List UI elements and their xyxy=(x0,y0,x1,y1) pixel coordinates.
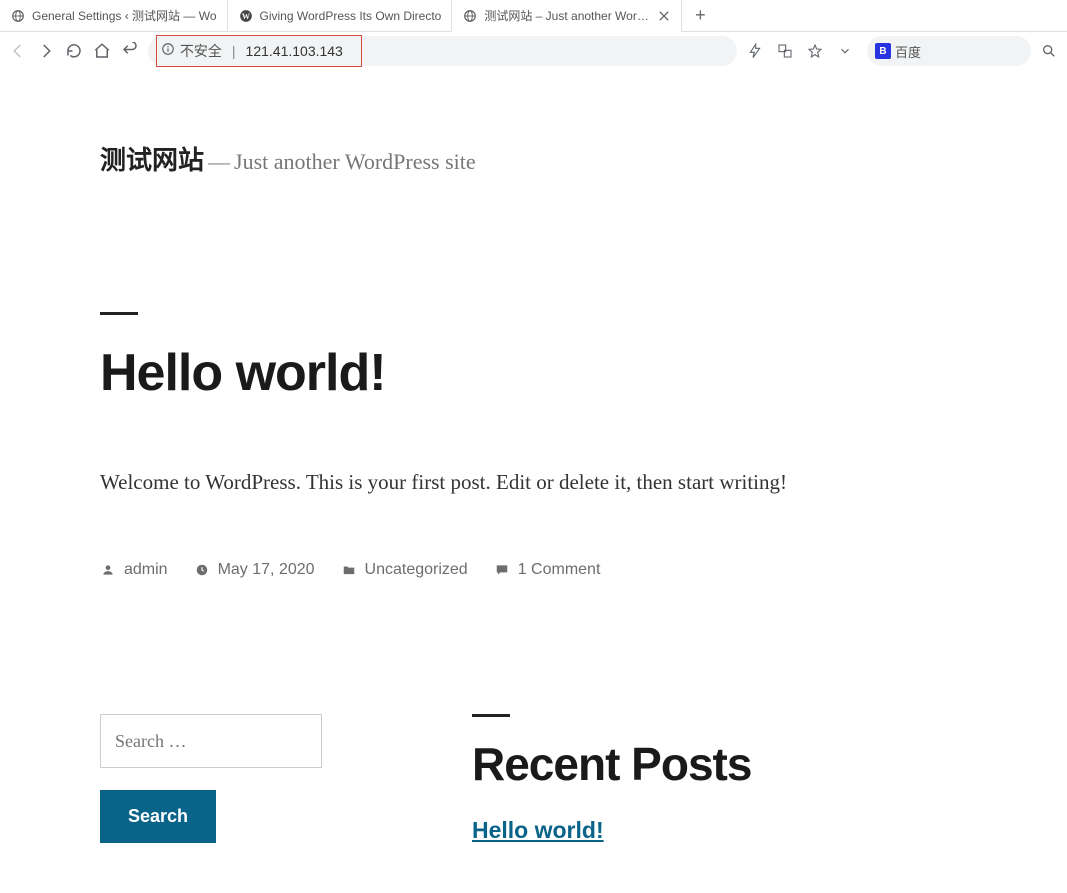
search-engine-label: 百度 xyxy=(895,42,921,61)
translate-icon[interactable] xyxy=(775,41,795,61)
search-engine-box[interactable]: B 百度 xyxy=(867,36,1031,66)
tab-title: Giving WordPress Its Own Directo xyxy=(260,9,442,23)
search-input[interactable] xyxy=(100,714,322,768)
post: Hello world! Welcome to WordPress. This … xyxy=(0,312,1067,579)
meta-author[interactable]: admin xyxy=(100,561,168,579)
site-tagline: Just another WordPress site xyxy=(234,149,476,174)
tab-giving-wordpress[interactable]: W Giving WordPress Its Own Directo xyxy=(228,0,453,32)
post-title-rule xyxy=(100,312,138,315)
star-icon[interactable] xyxy=(805,41,825,61)
address-highlight: 不安全 xyxy=(160,41,222,61)
meta-date[interactable]: May 17, 2020 xyxy=(194,561,315,579)
address-url: 121.41.103.143 xyxy=(246,43,343,59)
meta-author-text: admin xyxy=(124,561,168,579)
new-tab-button[interactable]: + xyxy=(686,2,714,30)
baidu-icon: B xyxy=(875,43,891,59)
tab-title: General Settings ‹ 测试网站 — Wo xyxy=(32,7,217,24)
clock-icon xyxy=(194,562,210,578)
undo-button[interactable] xyxy=(120,41,140,61)
meta-category[interactable]: Uncategorized xyxy=(341,561,468,579)
svg-text:W: W xyxy=(241,11,250,20)
tab-strip: General Settings ‹ 测试网站 — Wo W Giving Wo… xyxy=(0,0,1067,32)
flash-icon[interactable] xyxy=(745,41,765,61)
tagline-dash: — xyxy=(208,149,230,174)
post-title[interactable]: Hello world! xyxy=(100,343,967,403)
widget-recent-posts: Recent Posts Hello world! xyxy=(472,714,967,844)
browser-chrome: General Settings ‹ 测试网站 — Wo W Giving Wo… xyxy=(0,0,1067,70)
widget-rule xyxy=(472,714,510,717)
search-icon[interactable] xyxy=(1039,41,1059,61)
back-button[interactable] xyxy=(8,41,28,61)
widgets: Search Recent Posts Hello world! xyxy=(0,579,1067,844)
reload-button[interactable] xyxy=(64,41,84,61)
globe-icon xyxy=(462,8,478,24)
post-body: Welcome to WordPress. This is your first… xyxy=(100,461,820,503)
person-icon xyxy=(100,562,116,578)
toolbar-right xyxy=(745,41,859,61)
meta-comments-text: 1 Comment xyxy=(518,561,601,579)
tab-title: 测试网站 – Just another WordP xyxy=(484,7,651,24)
meta-date-text: May 17, 2020 xyxy=(218,561,315,579)
search-button[interactable]: Search xyxy=(100,790,216,843)
info-icon[interactable] xyxy=(160,41,176,57)
address-bar[interactable]: 不安全 | 121.41.103.143 xyxy=(148,36,737,66)
comment-icon xyxy=(494,562,510,578)
home-button[interactable] xyxy=(92,41,112,61)
address-separator: | xyxy=(232,43,236,59)
chevron-down-icon[interactable] xyxy=(835,41,855,61)
widget-title: Recent Posts xyxy=(472,737,967,791)
recent-post-link[interactable]: Hello world! xyxy=(472,817,604,843)
nav-buttons xyxy=(8,41,140,61)
post-meta: admin May 17, 2020 Uncategorized 1 Comme… xyxy=(100,561,967,579)
tab-test-site[interactable]: 测试网站 – Just another WordP xyxy=(452,0,682,32)
tab-general-settings[interactable]: General Settings ‹ 测试网站 — Wo xyxy=(0,0,228,32)
forward-button[interactable] xyxy=(36,41,56,61)
meta-comments[interactable]: 1 Comment xyxy=(494,561,601,579)
folder-icon xyxy=(341,562,357,578)
wordpress-icon: W xyxy=(238,8,254,24)
close-icon[interactable] xyxy=(657,9,671,23)
site-title[interactable]: 测试网站 xyxy=(100,145,204,175)
browser-toolbar: 不安全 | 121.41.103.143 B 百度 xyxy=(0,32,1067,70)
meta-category-text: Uncategorized xyxy=(365,561,468,579)
widget-search: Search xyxy=(100,714,322,843)
insecure-label: 不安全 xyxy=(180,43,222,59)
globe-icon xyxy=(10,8,26,24)
page-content: 测试网站 — Just another WordPress site Hello… xyxy=(0,70,1067,844)
site-header: 测试网站 — Just another WordPress site xyxy=(0,140,1067,177)
